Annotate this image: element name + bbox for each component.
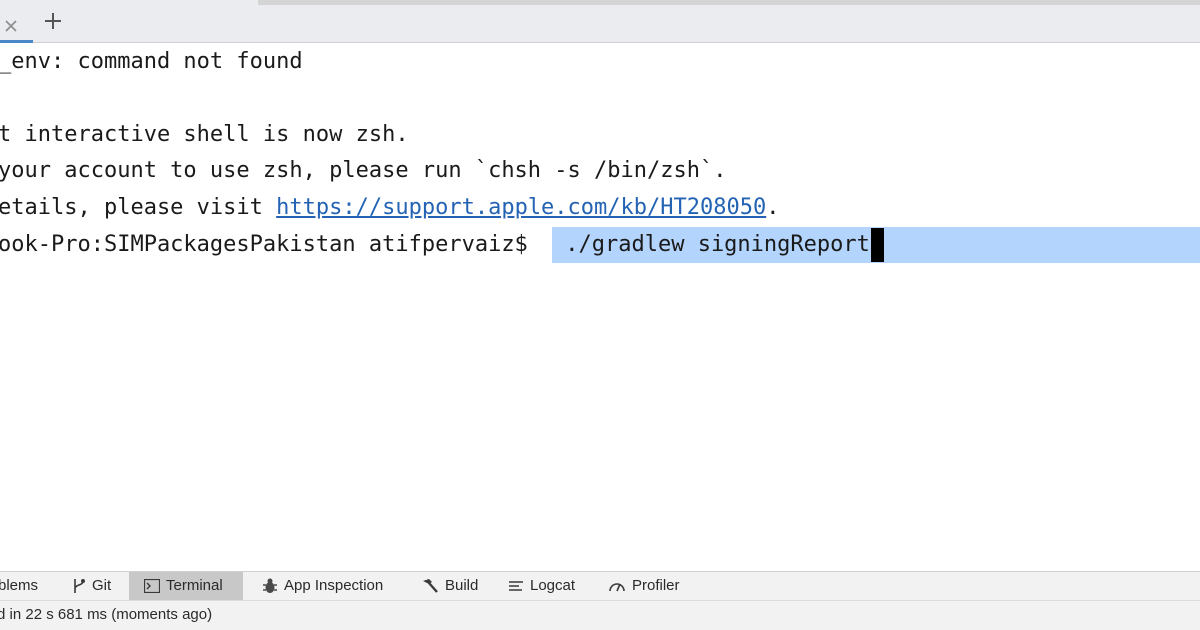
terminal-line: _env: command not found: [0, 49, 303, 74]
tool-label: Build: [445, 577, 479, 594]
tool-label: Terminal: [166, 577, 223, 594]
terminal-icon: [144, 579, 160, 594]
terminal-session-tab[interactable]: [0, 5, 33, 43]
editor-divider: [258, 0, 1200, 5]
bug-icon: [263, 578, 277, 594]
tool-label: Logcat: [530, 577, 576, 594]
status-message[interactable]: d in 22 s 681 ms (moments ago): [0, 601, 212, 629]
tool-label: blems: [0, 577, 39, 594]
terminal-line: your account to use zsh, please run `chs…: [0, 158, 727, 183]
tool-build[interactable]: Build: [421, 572, 478, 600]
terminal-line: etails, please visit https://support.app…: [0, 195, 780, 220]
tool-window-bar: blems Git Terminal App Inspection Build …: [0, 571, 1200, 600]
terminal-prompt: ook-Pro:SIMPackagesPakistan atifpervaiz$: [0, 232, 528, 257]
plus-icon[interactable]: [44, 12, 62, 30]
tool-git[interactable]: Git: [72, 572, 111, 600]
tool-label: Profiler: [632, 577, 680, 594]
tool-profiler[interactable]: Profiler: [608, 572, 680, 600]
tool-label: Git: [92, 577, 112, 594]
hammer-icon: [423, 579, 438, 593]
text-cursor: [870, 228, 884, 262]
close-icon[interactable]: [4, 19, 18, 33]
status-bar: d in 22 s 681 ms (moments ago): [0, 600, 1200, 630]
tool-terminal[interactable]: Terminal: [129, 572, 243, 600]
tool-label: App Inspection: [284, 577, 384, 594]
git-branch-icon: [74, 579, 85, 594]
tool-problems[interactable]: blems: [0, 572, 44, 600]
tool-app-inspection[interactable]: App Inspection: [262, 572, 383, 600]
terminal-line: t interactive shell is now zsh.: [0, 122, 409, 147]
terminal-command[interactable]: ./gradlew signingReport: [552, 227, 884, 263]
terminal-output[interactable]: _env: command not found t interactive sh…: [0, 43, 1200, 571]
terminal-tab-bar: [0, 0, 1200, 43]
gauge-icon: [609, 583, 625, 592]
support-link[interactable]: https://support.apple.com/kb/HT208050: [276, 195, 766, 220]
logcat-icon: [509, 581, 523, 591]
tool-logcat[interactable]: Logcat: [508, 572, 575, 600]
